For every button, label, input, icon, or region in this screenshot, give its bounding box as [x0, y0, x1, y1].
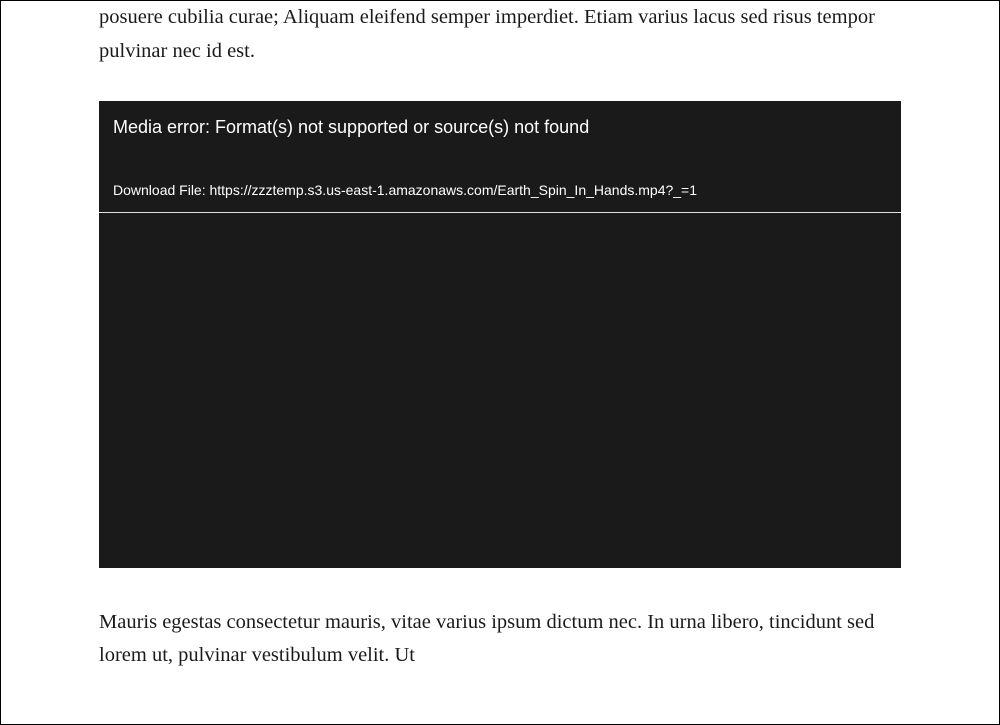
- download-file-link[interactable]: Download File: https://zzztemp.s3.us-eas…: [99, 147, 901, 212]
- article-content: posuere cubilia curae; Aliquam eleifend …: [1, 1, 999, 673]
- video-player[interactable]: Media error: Format(s) not supported or …: [99, 101, 901, 568]
- paragraph-top: posuere cubilia curae; Aliquam eleifend …: [99, 1, 901, 69]
- media-error-message: Media error: Format(s) not supported or …: [99, 101, 901, 148]
- paragraph-bottom: Mauris egestas consectetur mauris, vitae…: [99, 606, 901, 674]
